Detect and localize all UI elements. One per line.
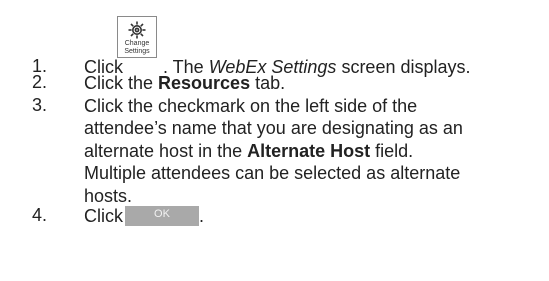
gear-icon <box>128 21 146 39</box>
alternate-host-field-name: Alternate Host <box>247 140 371 161</box>
step-text: Click the Resources tab. <box>84 72 537 94</box>
resources-tab-name: Resources <box>158 73 251 93</box>
step-text: Click the checkmark on the left side of … <box>84 95 537 207</box>
ok-button[interactable]: OK <box>125 205 199 226</box>
step-line-after: field. <box>370 140 414 161</box>
step-text-after: . <box>199 206 205 226</box>
step-line: Click the checkmark on the left side of … <box>84 96 418 116</box>
change-settings-button[interactable]: Change Settings <box>117 16 157 58</box>
step-text: Click OK. <box>84 205 537 227</box>
step-line-before: alternate host in the <box>84 140 248 161</box>
step-number: 2. <box>32 72 48 92</box>
step-text-before: Click <box>84 206 123 226</box>
step-line: Multiple attendees can be selected as al… <box>84 163 461 184</box>
change-settings-caption-line1: Change <box>124 40 150 47</box>
step-text-after: tab. <box>250 73 286 93</box>
change-settings-caption-line2: Settings <box>124 48 150 55</box>
step-line: attendee’s name that you are designating… <box>84 118 463 139</box>
step-line: alternate host in the Alternate Host fie… <box>84 140 537 162</box>
step-text-before: Click the <box>84 73 159 93</box>
step-line: hosts. <box>84 185 133 206</box>
step-number: 4. <box>32 205 48 225</box>
step-number: 3. <box>32 95 48 115</box>
